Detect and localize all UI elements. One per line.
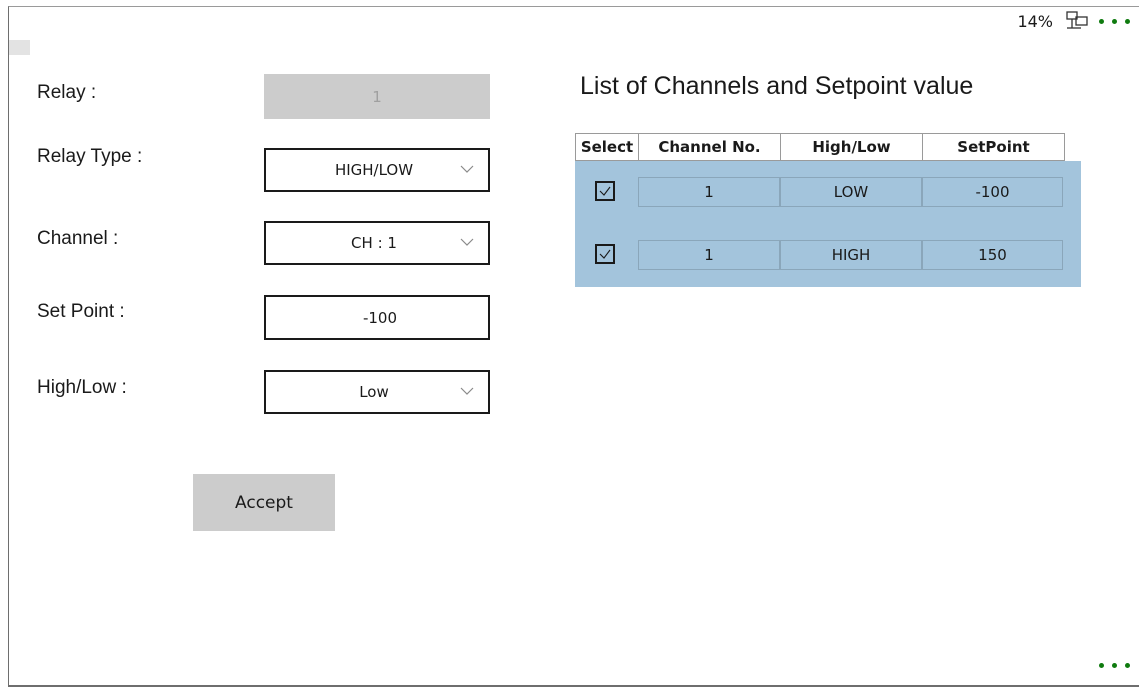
select-checkbox[interactable] — [595, 244, 615, 264]
status-bar: 14% — [1017, 10, 1134, 32]
dot — [1125, 663, 1130, 668]
more-dots-icon[interactable] — [1095, 663, 1134, 668]
cell-setpoint: 150 — [922, 240, 1063, 270]
column-header-select[interactable]: Select — [576, 134, 639, 160]
set-point-input[interactable]: -100 — [264, 295, 490, 340]
dot — [1099, 18, 1104, 24]
network-wired-icon — [1066, 11, 1088, 29]
column-header-high-low[interactable]: High/Low — [781, 134, 923, 160]
more-dots-icon[interactable] — [1095, 18, 1134, 24]
relay-value: 1 — [372, 87, 382, 106]
high-low-label: High/Low : — [37, 377, 127, 398]
relay-type-label: Relay Type : — [37, 146, 143, 167]
corner-tab — [9, 40, 30, 55]
chevron-down-icon — [460, 238, 474, 246]
relay-field: 1 — [264, 74, 490, 119]
cell-high-low: HIGH — [780, 240, 922, 270]
dot — [1099, 663, 1104, 668]
cell-channel: 1 — [638, 240, 780, 270]
table-header: Select Channel No. High/Low SetPoint — [575, 133, 1065, 161]
channel-dropdown[interactable]: CH : 1 — [264, 221, 490, 265]
column-header-setpoint[interactable]: SetPoint — [923, 134, 1064, 160]
table-row[interactable]: 1 HIGH 150 — [575, 240, 1081, 270]
cell-channel: 1 — [638, 177, 780, 207]
chevron-down-icon — [460, 387, 474, 395]
relay-type-value: HIGH/LOW — [334, 161, 414, 179]
column-header-channel[interactable]: Channel No. — [639, 134, 781, 160]
dot — [1125, 18, 1130, 24]
check-icon — [599, 249, 611, 259]
channel-label: Channel : — [37, 228, 119, 249]
relay-type-dropdown[interactable]: HIGH/LOW — [264, 148, 490, 192]
cell-setpoint: -100 — [922, 177, 1063, 207]
accept-button[interactable]: Accept — [193, 474, 335, 531]
app-window-frame — [8, 6, 1139, 687]
cell-high-low: LOW — [780, 177, 922, 207]
high-low-dropdown[interactable]: Low — [264, 370, 490, 414]
chevron-down-icon — [460, 165, 474, 173]
set-point-label: Set Point : — [37, 301, 125, 322]
dot — [1112, 18, 1117, 24]
dot — [1112, 663, 1117, 668]
relay-label: Relay : — [37, 82, 97, 103]
channel-value: CH : 1 — [351, 234, 397, 252]
check-icon — [599, 186, 611, 196]
set-point-value: -100 — [362, 308, 398, 327]
list-title: List of Channels and Setpoint value — [580, 72, 974, 100]
channel-list: 1 LOW -100 1 HIGH 150 — [575, 161, 1081, 287]
select-checkbox[interactable] — [595, 181, 615, 201]
battery-percent: 14% — [1017, 11, 1053, 31]
high-low-value: Low — [359, 383, 389, 401]
table-row[interactable]: 1 LOW -100 — [575, 177, 1081, 207]
